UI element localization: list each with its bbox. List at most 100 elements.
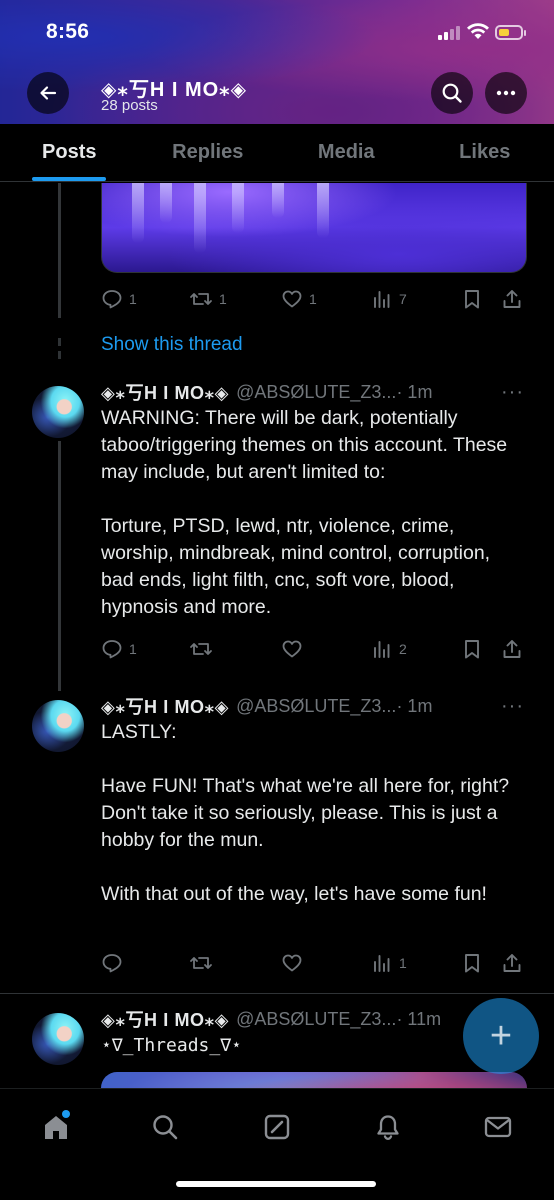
post-more-icon[interactable]: ··· (501, 381, 524, 404)
more-options-button[interactable] (485, 72, 527, 114)
like-button[interactable] (281, 638, 303, 660)
bar-chart-icon (374, 955, 390, 972)
repost-arrows-icon (190, 643, 212, 655)
post-author-handle[interactable]: @ABSØLUTE_Z3... (236, 382, 396, 403)
battery-icon (495, 25, 526, 40)
share-icon (503, 640, 521, 658)
bookmark-icon (465, 290, 479, 309)
status-bar: 8:56 (0, 0, 554, 60)
bookmark-button[interactable] (461, 952, 483, 974)
nav-search[interactable] (145, 1107, 185, 1147)
post-divider (0, 993, 554, 994)
reply-count: 1 (129, 291, 137, 307)
like-button[interactable]: 1 (281, 288, 317, 310)
tab-likes[interactable]: Likes (416, 124, 554, 181)
back-button[interactable] (27, 72, 69, 114)
grok-icon (264, 1114, 290, 1140)
post-timestamp[interactable]: · 1m (396, 382, 432, 403)
post-more-icon[interactable]: ··· (501, 695, 524, 718)
share-button[interactable] (501, 638, 523, 660)
repost-button[interactable]: 1 (189, 288, 227, 310)
speech-bubble-icon (102, 640, 122, 659)
bar-chart-icon (374, 291, 390, 308)
search-icon (153, 1115, 178, 1140)
cellular-signal-icon (438, 26, 464, 40)
compose-post-button[interactable]: + (463, 998, 539, 1074)
views-button[interactable]: 1 (371, 952, 407, 974)
post-actions: 1 1 1 7 (101, 288, 525, 314)
views-button[interactable]: 7 (371, 288, 407, 310)
avatar[interactable] (32, 386, 84, 438)
avatar[interactable] (32, 700, 84, 752)
post-actions: 1 (101, 952, 525, 978)
plus-icon: + (489, 1015, 513, 1057)
battery-level (499, 29, 509, 36)
show-thread-link[interactable]: Show this thread (101, 334, 243, 356)
status-time: 8:56 (46, 20, 90, 43)
heart-icon (282, 290, 302, 308)
post-header: ◈⁎丂H I MO⁎◈ @ABSØLUTE_Z3... · 11m (101, 1006, 441, 1032)
repost-button[interactable] (189, 638, 213, 660)
nav-messages[interactable] (478, 1107, 518, 1147)
reply-count: 1 (129, 641, 137, 657)
repost-arrows-icon (190, 957, 212, 969)
notification-dot (62, 1110, 70, 1118)
bookmark-icon (465, 954, 479, 973)
share-icon (503, 954, 521, 972)
post-text: WARNING: There will be dark, potentially… (101, 407, 508, 618)
repost-button[interactable] (189, 952, 213, 974)
like-count: 1 (309, 291, 317, 307)
nav-grok[interactable] (257, 1107, 297, 1147)
profile-tabs: Posts Replies Media Likes (0, 124, 554, 182)
post-author-handle[interactable]: @ABSØLUTE_Z3... (236, 696, 396, 717)
post-item[interactable]: ◈⁎丂H I MO⁎◈ @ABSØLUTE_Z3... · 1m ··· LAS… (0, 693, 554, 983)
post-media-image[interactable] (101, 183, 527, 273)
nav-notifications[interactable] (368, 1107, 408, 1147)
post-text: LASTLY: Have FUN! That's what we're all … (101, 721, 510, 905)
post-feed: 1 1 1 7 Show this thread ◈⁎丂H I MO⁎◈ @AB… (0, 183, 554, 1088)
share-button[interactable] (501, 288, 523, 310)
home-indicator[interactable] (176, 1181, 376, 1187)
reply-button[interactable] (101, 952, 123, 974)
thread-connector (58, 183, 61, 318)
reply-button[interactable]: 1 (101, 288, 137, 310)
tab-replies[interactable]: Replies (139, 124, 278, 181)
ellipsis-icon (496, 90, 516, 96)
arrow-left-icon (40, 86, 57, 100)
speech-bubble-icon (102, 290, 122, 309)
post-author-handle[interactable]: @ABSØLUTE_Z3... (236, 1009, 396, 1030)
bar-chart-icon (374, 641, 390, 658)
reply-button[interactable]: 1 (101, 638, 137, 660)
tab-posts[interactable]: Posts (0, 124, 139, 181)
mail-icon (484, 1116, 512, 1138)
avatar[interactable] (32, 1013, 84, 1065)
bookmark-button[interactable] (461, 288, 483, 310)
tab-media[interactable]: Media (277, 124, 416, 181)
share-button[interactable] (501, 952, 523, 974)
views-button[interactable]: 2 (371, 638, 407, 660)
post-timestamp[interactable]: · 1m (396, 696, 432, 717)
post-header: ◈⁎丂H I MO⁎◈ @ABSØLUTE_Z3... · 1m (101, 693, 432, 719)
view-count: 1 (399, 955, 407, 971)
repost-arrows-icon (190, 293, 212, 305)
profile-bar: ◈⁎丂H I MO⁎◈ 28 posts (0, 66, 554, 122)
post-media-image[interactable] (101, 1072, 527, 1088)
speech-bubble-icon (102, 954, 122, 973)
post-header: ◈⁎丂H I MO⁎◈ @ABSØLUTE_Z3... · 1m (101, 379, 432, 405)
post-text: ⋆∇_Threads_∇⋆ (101, 1035, 242, 1056)
nav-home[interactable] (36, 1107, 76, 1147)
share-icon (503, 290, 521, 308)
search-button[interactable] (431, 72, 473, 114)
like-button[interactable] (281, 952, 303, 974)
post-item[interactable]: ◈⁎丂H I MO⁎◈ @ABSØLUTE_Z3... · 1m ··· WAR… (0, 379, 554, 669)
post-author-name[interactable]: ◈⁎丂H I MO⁎◈ (101, 693, 229, 719)
post-author-name[interactable]: ◈⁎丂H I MO⁎◈ (101, 379, 229, 405)
view-count: 7 (399, 291, 407, 307)
post-timestamp[interactable]: · 11m (396, 1009, 441, 1030)
bookmark-button[interactable] (461, 638, 483, 660)
search-icon (442, 83, 462, 103)
post-author-name[interactable]: ◈⁎丂H I MO⁎◈ (101, 1006, 229, 1032)
view-count: 2 (399, 641, 407, 657)
repost-count: 1 (219, 291, 227, 307)
bookmark-icon (465, 640, 479, 659)
